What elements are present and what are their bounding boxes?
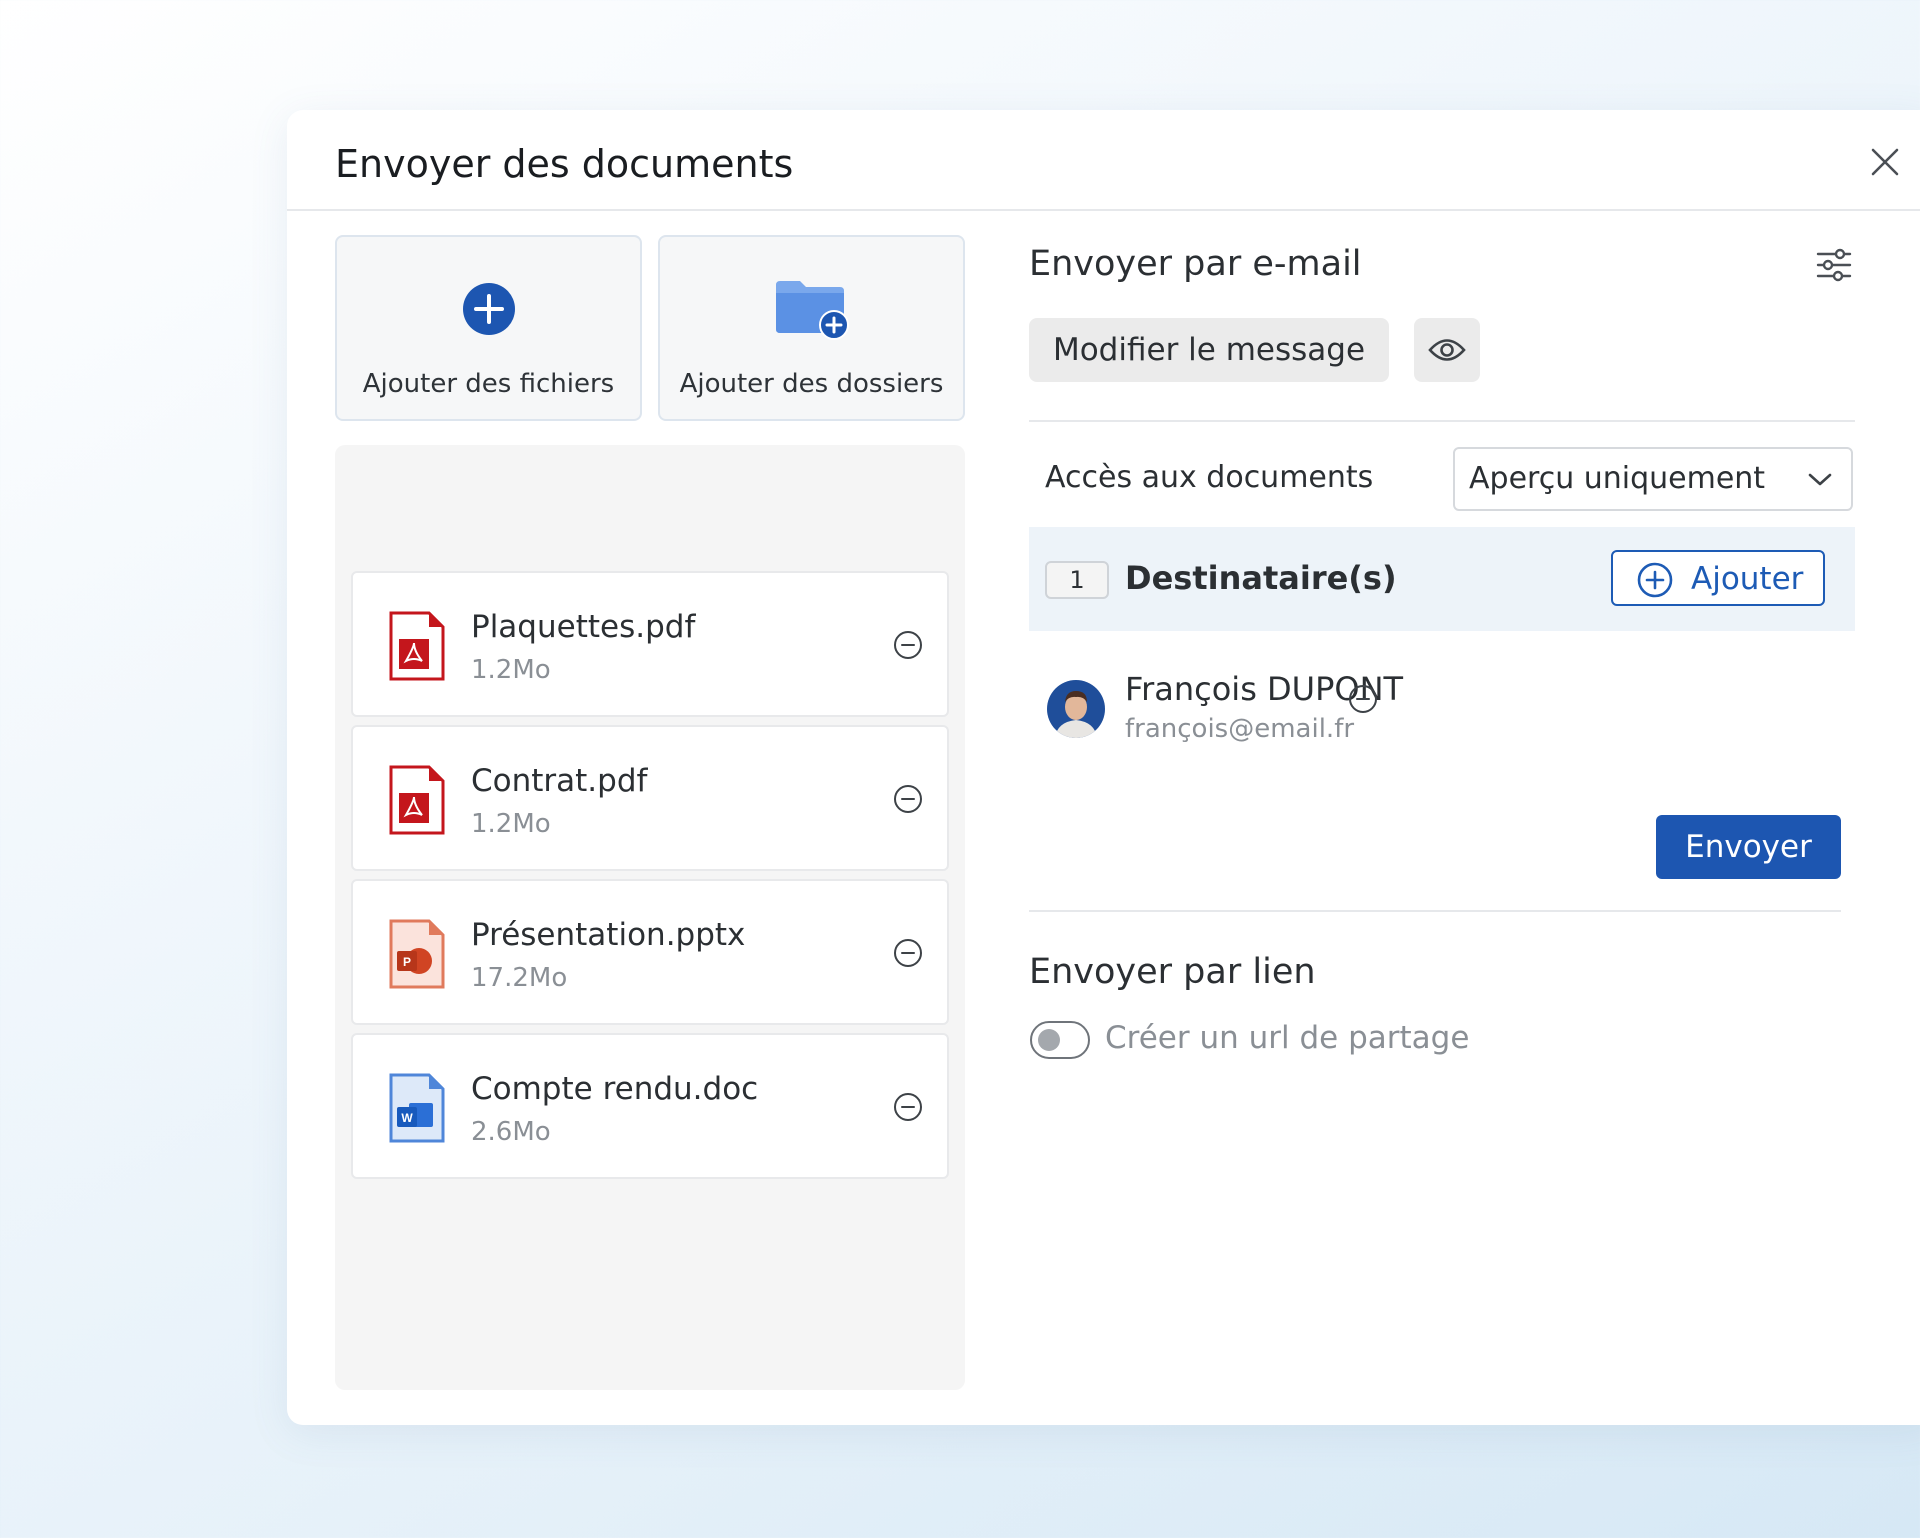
recipients-header: 1 Destinataire(s) Ajouter	[1029, 527, 1855, 631]
chevron-down-icon	[1808, 473, 1832, 486]
remove-recipient-button[interactable]	[1348, 684, 1378, 714]
minus-circle-icon	[894, 785, 922, 813]
dialog-title: Envoyer des documents	[335, 142, 794, 186]
dialog-header: Envoyer des documents	[287, 110, 1920, 211]
access-select[interactable]: Aperçu uniquement	[1453, 447, 1853, 511]
close-button[interactable]	[1867, 144, 1903, 180]
sliders-icon	[1816, 248, 1852, 282]
link-section-title: Envoyer par lien	[1029, 952, 1316, 992]
minus-circle-icon	[894, 939, 922, 967]
add-folders-label: Ajouter des dossiers	[679, 369, 944, 399]
plus-circle-icon	[462, 283, 515, 335]
share-url-toggle[interactable]	[1030, 1021, 1090, 1059]
minus-circle-icon	[894, 1093, 922, 1121]
add-files-button[interactable]: Ajouter des fichiers	[335, 235, 642, 421]
recipient-item: François DUPONT françois@email.fr	[1029, 650, 1855, 760]
recipients-count-badge: 1	[1045, 561, 1109, 599]
email-section-title: Envoyer par e-mail	[1029, 244, 1362, 284]
eye-icon	[1428, 339, 1466, 361]
word-icon: W	[389, 1073, 445, 1143]
add-folders-button[interactable]: Ajouter des dossiers	[658, 235, 965, 421]
pdf-icon	[389, 611, 445, 681]
file-size: 1.2Mo	[471, 655, 551, 685]
plus-circle-icon	[1637, 562, 1673, 598]
powerpoint-icon: P	[389, 919, 445, 989]
minus-circle-icon	[1349, 685, 1377, 713]
file-list: Plaquettes.pdf 1.2Mo Contrat.pdf 1.2Mo P…	[335, 445, 965, 1390]
close-icon	[1871, 148, 1899, 176]
file-item[interactable]: W Compte rendu.doc 2.6Mo	[351, 1033, 949, 1179]
file-size: 1.2Mo	[471, 809, 551, 839]
pdf-icon	[389, 765, 445, 835]
share-url-label: Créer un url de partage	[1105, 1020, 1470, 1056]
add-recipient-label: Ajouter	[1691, 561, 1804, 597]
recipient-email: françois@email.fr	[1125, 714, 1355, 744]
remove-file-button[interactable]	[893, 938, 923, 968]
preview-button[interactable]	[1414, 318, 1480, 382]
edit-message-button[interactable]: Modifier le message	[1029, 318, 1389, 382]
remove-file-button[interactable]	[893, 784, 923, 814]
add-files-label: Ajouter des fichiers	[362, 369, 615, 399]
remove-file-button[interactable]	[893, 630, 923, 660]
minus-circle-icon	[894, 631, 922, 659]
file-name: Plaquettes.pdf	[471, 609, 696, 645]
access-select-value: Aperçu uniquement	[1469, 461, 1766, 496]
divider	[1029, 910, 1841, 912]
person-avatar-icon	[1047, 680, 1105, 738]
add-recipient-button[interactable]: Ajouter	[1611, 550, 1825, 606]
svg-text:P: P	[403, 955, 411, 969]
avatar	[1047, 680, 1105, 738]
file-name: Contrat.pdf	[471, 763, 648, 799]
file-name: Compte rendu.doc	[471, 1071, 759, 1107]
remove-file-button[interactable]	[893, 1092, 923, 1122]
folder-add-icon	[775, 281, 849, 340]
send-button[interactable]: Envoyer	[1656, 815, 1841, 879]
svg-text:W: W	[401, 1111, 413, 1125]
divider	[1029, 420, 1855, 422]
access-label: Accès aux documents	[1045, 460, 1374, 495]
file-item[interactable]: Contrat.pdf 1.2Mo	[351, 725, 949, 871]
send-documents-dialog: Envoyer des documents Ajouter des fichie…	[287, 110, 1920, 1425]
file-name: Présentation.pptx	[471, 917, 746, 953]
toggle-knob	[1038, 1029, 1060, 1051]
recipients-label: Destinataire(s)	[1125, 559, 1397, 597]
file-size: 2.6Mo	[471, 1117, 551, 1147]
settings-button[interactable]	[1814, 245, 1854, 285]
file-item[interactable]: P Présentation.pptx 17.2Mo	[351, 879, 949, 1025]
file-size: 17.2Mo	[471, 963, 568, 993]
file-item[interactable]: Plaquettes.pdf 1.2Mo	[351, 571, 949, 717]
